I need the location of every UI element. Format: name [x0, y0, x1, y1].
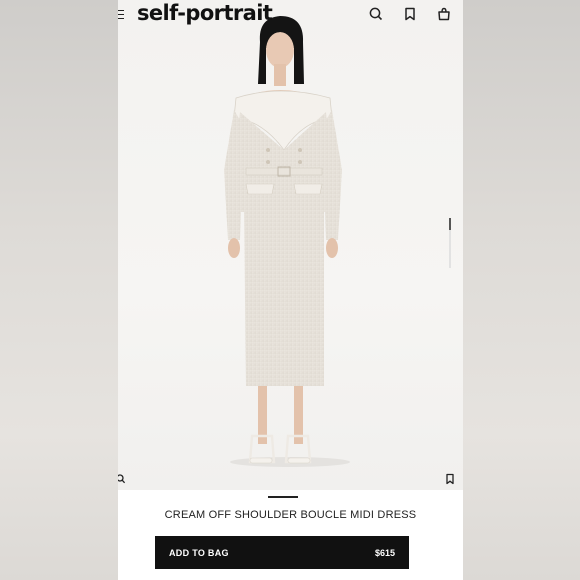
- add-to-bag-label: ADD TO BAG: [169, 547, 229, 558]
- top-nav-bar: self-portrait: [118, 0, 463, 30]
- model-illustration: [224, 16, 350, 467]
- mobile-product-page: self-portrait CREAM OFF SHOULDER BOUCLE …: [118, 0, 463, 580]
- product-photo[interactable]: [118, 0, 463, 490]
- zoom-icon[interactable]: [118, 472, 126, 484]
- add-to-bag-button[interactable]: ADD TO BAG $615: [155, 536, 409, 569]
- price-label: $615: [374, 547, 395, 558]
- blurred-backdrop-right: [463, 0, 580, 580]
- blurred-backdrop-left: [0, 0, 118, 580]
- carousel-indicator: [268, 496, 298, 498]
- wishlist-icon[interactable]: [445, 472, 455, 485]
- search-icon[interactable]: [368, 6, 384, 22]
- product-title: CREAM OFF SHOULDER BOUCLE MIDI DRESS: [164, 509, 417, 521]
- scroll-thumb[interactable]: [449, 218, 451, 230]
- bookmark-icon[interactable]: [402, 6, 418, 22]
- shopping-bag-icon[interactable]: [436, 6, 452, 22]
- menu-icon[interactable]: [118, 10, 124, 19]
- brand-logo[interactable]: self-portrait: [137, 1, 273, 25]
- image-scroll-indicator[interactable]: [449, 218, 451, 268]
